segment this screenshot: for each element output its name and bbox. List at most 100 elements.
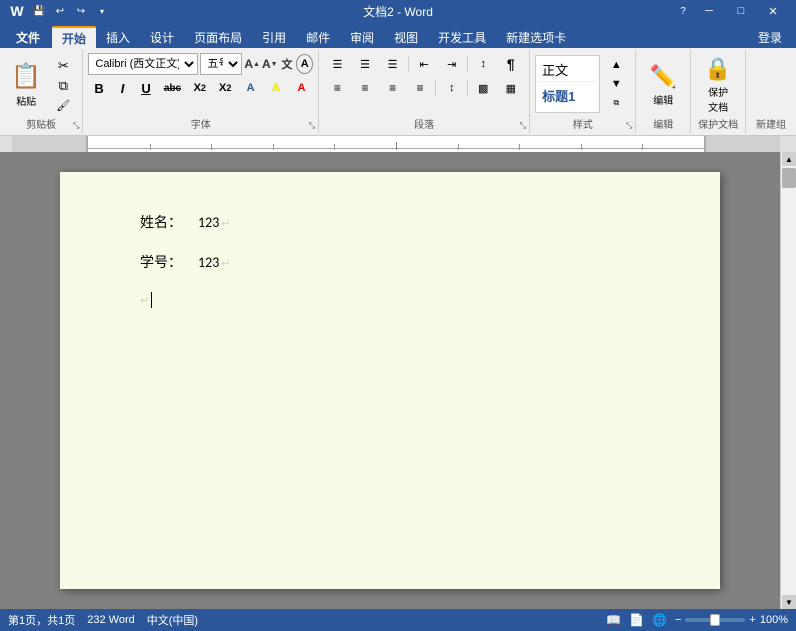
strikethrough-button[interactable]: abc [159, 77, 186, 99]
align-right-button[interactable]: ≡ [379, 77, 406, 99]
tab-view[interactable]: 视图 [384, 26, 428, 48]
word-icon[interactable]: W [8, 2, 26, 20]
document-page[interactable]: 姓名： 123 ↵ 学号： 123 ↵ ↵ [60, 172, 720, 589]
tab-file[interactable]: 文件 [4, 26, 52, 48]
paragraph-mark-cursor: ↵ [140, 294, 149, 307]
styles-up-button[interactable]: ▲ [602, 56, 630, 74]
styles-expand-icon[interactable]: ⤡ [626, 121, 632, 131]
name-label: 姓名： [140, 212, 182, 232]
zoom-level: 100% [760, 614, 788, 626]
status-right: 📖 📄 🌐 − + 100% [606, 613, 788, 627]
tab-layout[interactable]: 页面布局 [184, 26, 252, 48]
close-button[interactable]: ✕ [758, 2, 788, 20]
multilevel-button[interactable]: ☰ [379, 53, 406, 75]
name-value: 123 [198, 214, 219, 231]
styles-group-label: 样式 [530, 116, 635, 131]
paragraph-expand-icon[interactable]: ⤡ [520, 121, 526, 131]
new-group-label: 新建组 [746, 116, 796, 131]
highlight-button[interactable]: A [264, 77, 287, 99]
increase-font-button[interactable]: A▲ [244, 55, 260, 73]
page-info: 第1页，共1页 [8, 612, 75, 628]
help-button[interactable]: ? [674, 2, 692, 20]
superscript-button[interactable]: X2 [214, 77, 237, 99]
ruler [0, 136, 796, 152]
undo-qa-button[interactable]: ↩ [51, 2, 69, 20]
bold-button[interactable]: B [88, 77, 109, 99]
student-id-value: 123 [198, 254, 219, 271]
line-spacing-button[interactable]: ↕ [438, 77, 465, 99]
decrease-font-button[interactable]: A▼ [262, 55, 278, 73]
read-view-button[interactable]: 📖 [606, 613, 621, 627]
tab-mailings[interactable]: 邮件 [296, 26, 340, 48]
justify-button[interactable]: ≡ [407, 77, 434, 99]
styles-down-button[interactable]: ▼ [602, 75, 630, 93]
shading-button[interactable]: ▩ [470, 77, 497, 99]
italic-button[interactable]: I [112, 77, 133, 99]
font-group: Calibri (西文正文) 五号 A▲ A▼ 文 A B I U abc X2… [83, 50, 319, 133]
font-size-select[interactable]: 五号 [200, 53, 242, 75]
sort-button[interactable]: ↕ [470, 53, 497, 75]
zoom-out-button[interactable]: − [675, 614, 681, 626]
tab-newtab[interactable]: 新建选项卡 [496, 26, 576, 48]
border-button[interactable]: ▦ [498, 77, 525, 99]
student-id-line: 学号： 123 ↵ [140, 252, 640, 272]
ribbon: 📋 粘贴 ✂ ⧉ 🖌 剪贴板 ⤡ Calibri (西文正文) 五号 A▲ [0, 48, 796, 136]
window-title: 文档2 - Word [363, 5, 433, 19]
redo-qa-button[interactable]: ↪ [72, 2, 90, 20]
title-bar-left: W 💾 ↩ ↪ ▾ [8, 2, 111, 20]
ribbon-tab-bar: 文件 开始 插入 设计 页面布局 引用 邮件 审阅 视图 开发工具 新建选项卡 … [0, 22, 796, 48]
tab-insert[interactable]: 插入 [96, 26, 140, 48]
style-heading1-label[interactable]: 标题1 [542, 89, 575, 104]
scroll-thumb[interactable] [782, 168, 796, 188]
cut-button[interactable]: ✂ [49, 57, 77, 76]
web-view-button[interactable]: 🌐 [652, 613, 667, 627]
increase-indent-button[interactable]: ⇥ [438, 53, 465, 75]
format-painter-button[interactable]: 🖌 [49, 96, 77, 115]
title-bar: W 💾 ↩ ↪ ▾ 文档2 - Word ? ─ □ ✕ [0, 0, 796, 22]
font-group-label: 字体 [83, 116, 318, 131]
zoom-slider[interactable] [685, 618, 745, 622]
font-a-circle[interactable]: A [296, 54, 313, 74]
align-left-button[interactable]: ≡ [324, 77, 351, 99]
wenzhen-icon[interactable]: 文 [280, 55, 295, 73]
clipboard-expand-icon[interactable]: ⤡ [73, 121, 79, 131]
bullets-button[interactable]: ☰ [324, 53, 351, 75]
vertical-scrollbar[interactable]: ▲ ▼ [780, 152, 796, 609]
decrease-indent-button[interactable]: ⇤ [411, 53, 438, 75]
login-button[interactable]: 登录 [748, 26, 792, 48]
align-center-button[interactable]: ≡ [352, 77, 379, 99]
zoom-in-button[interactable]: + [749, 614, 755, 626]
tab-references[interactable]: 引用 [252, 26, 296, 48]
underline-button[interactable]: U [135, 77, 156, 99]
tab-design[interactable]: 设计 [140, 26, 184, 48]
print-view-button[interactable]: 📄 [629, 613, 644, 627]
editing-button[interactable]: ✏️ 编辑 [640, 57, 686, 113]
numbering-button[interactable]: ☰ [352, 53, 379, 75]
window-controls: ? ─ □ ✕ [674, 2, 788, 20]
style-normal-label[interactable]: 正文 [542, 63, 568, 78]
text-effects-button[interactable]: A [239, 77, 262, 99]
tab-review[interactable]: 审阅 [340, 26, 384, 48]
save-qa-button[interactable]: 💾 [30, 2, 48, 20]
font-name-select[interactable]: Calibri (西文正文) [88, 53, 198, 75]
protect-icon: 🔒 [704, 56, 731, 82]
editing-icon: ✏️ [650, 64, 677, 90]
font-expand-icon[interactable]: ⤡ [309, 121, 315, 131]
name-paragraph-mark: ↵ [221, 217, 230, 230]
tab-home[interactable]: 开始 [52, 26, 96, 48]
text-cursor [151, 292, 152, 308]
scroll-up-button[interactable]: ▲ [782, 152, 796, 166]
styles-more-button[interactable]: ⧉ [602, 94, 630, 112]
cursor-line: ↵ [140, 292, 640, 308]
protect-doc-button[interactable]: 🔒 保护 文档 [695, 57, 741, 113]
subscript-button[interactable]: X2 [188, 77, 211, 99]
font-color-button[interactable]: A [290, 77, 313, 99]
show-marks-button[interactable]: ¶ [498, 53, 525, 75]
copy-button[interactable]: ⧉ [49, 77, 77, 96]
tab-devtools[interactable]: 开发工具 [428, 26, 496, 48]
restore-button[interactable]: □ [726, 2, 756, 20]
customize-qa-button[interactable]: ▾ [93, 2, 111, 20]
minimize-button[interactable]: ─ [694, 2, 724, 20]
paste-button[interactable]: 📋 粘贴 [5, 53, 47, 117]
scroll-down-button[interactable]: ▼ [782, 595, 796, 609]
